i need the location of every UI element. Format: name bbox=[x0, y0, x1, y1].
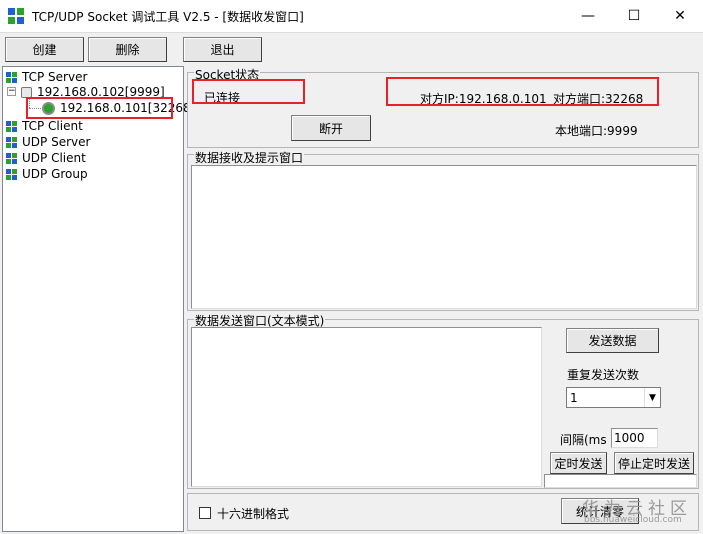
tree-label-tcp-client: TCP Client bbox=[22, 119, 83, 133]
hex-format-checkbox[interactable] bbox=[199, 507, 211, 519]
maximize-button[interactable]: ☐ bbox=[611, 0, 657, 32]
tree-label-tcp-server: TCP Server bbox=[22, 70, 88, 84]
title-bar: TCP/UDP Socket 调试工具 V2.5 - [数据收发窗口] — ☐ … bbox=[0, 0, 703, 32]
tree-item-tcp-server[interactable]: TCP Server bbox=[6, 70, 87, 84]
tree-item-tcp-client[interactable]: TCP Client bbox=[6, 119, 83, 133]
exit-button[interactable]: 退出 bbox=[183, 37, 262, 62]
highlight-status bbox=[192, 79, 305, 104]
highlight-client-connection bbox=[26, 97, 173, 119]
status-field bbox=[544, 474, 697, 488]
highlight-remote bbox=[386, 77, 659, 106]
repeat-count-label: 重复发送次数 bbox=[567, 368, 640, 382]
tree-item-udp-client[interactable]: UDP Client bbox=[6, 151, 86, 165]
receive-group-label: 数据接收及提示窗口 bbox=[194, 149, 305, 166]
udp-group-icon bbox=[6, 168, 17, 180]
interval-label: 间隔(ms bbox=[560, 433, 607, 447]
create-button[interactable]: 创建 bbox=[5, 37, 84, 62]
hex-format-label: 十六进制格式 bbox=[217, 507, 290, 521]
udp-client-icon bbox=[6, 152, 17, 164]
local-port-text: 本地端口:9999 bbox=[555, 124, 638, 138]
send-textarea[interactable] bbox=[191, 327, 542, 487]
app-icon bbox=[8, 8, 24, 24]
server-icon bbox=[21, 86, 32, 98]
watermark-url: bbs.huaweicloud.com bbox=[584, 515, 682, 525]
udp-server-icon bbox=[6, 136, 17, 148]
window-title: TCP/UDP Socket 调试工具 V2.5 - [数据收发窗口] bbox=[32, 10, 304, 24]
tcp-client-icon bbox=[6, 120, 17, 132]
disconnect-button[interactable]: 断开 bbox=[291, 115, 371, 141]
delete-button[interactable]: 删除 bbox=[88, 37, 167, 62]
tree-label-udp-client: UDP Client bbox=[22, 151, 86, 165]
tree-label-udp-group: UDP Group bbox=[22, 167, 88, 181]
tree-item-udp-group[interactable]: UDP Group bbox=[6, 167, 88, 181]
tcp-server-icon bbox=[6, 71, 17, 83]
timer-send-button[interactable]: 定时发送 bbox=[550, 452, 607, 474]
connection-tree[interactable]: TCP Server − 192.168.0.102[9999] 192.168… bbox=[2, 66, 195, 532]
interval-input[interactable]: 1000 bbox=[611, 428, 658, 448]
repeat-count-value: 1 bbox=[570, 390, 578, 405]
send-data-button[interactable]: 发送数据 bbox=[566, 328, 659, 353]
dropdown-arrow-icon[interactable]: ▼ bbox=[644, 388, 660, 407]
close-button[interactable]: ✕ bbox=[657, 0, 703, 32]
tree-label-udp-server: UDP Server bbox=[22, 135, 91, 149]
minimize-button[interactable]: — bbox=[565, 0, 611, 32]
collapse-toggle[interactable]: − bbox=[7, 87, 16, 96]
tree-item-udp-server[interactable]: UDP Server bbox=[6, 135, 90, 149]
repeat-count-select[interactable]: 1 ▼ bbox=[566, 387, 661, 408]
receive-textarea[interactable] bbox=[191, 165, 697, 309]
stop-timer-send-button[interactable]: 停止定时发送 bbox=[614, 452, 694, 474]
